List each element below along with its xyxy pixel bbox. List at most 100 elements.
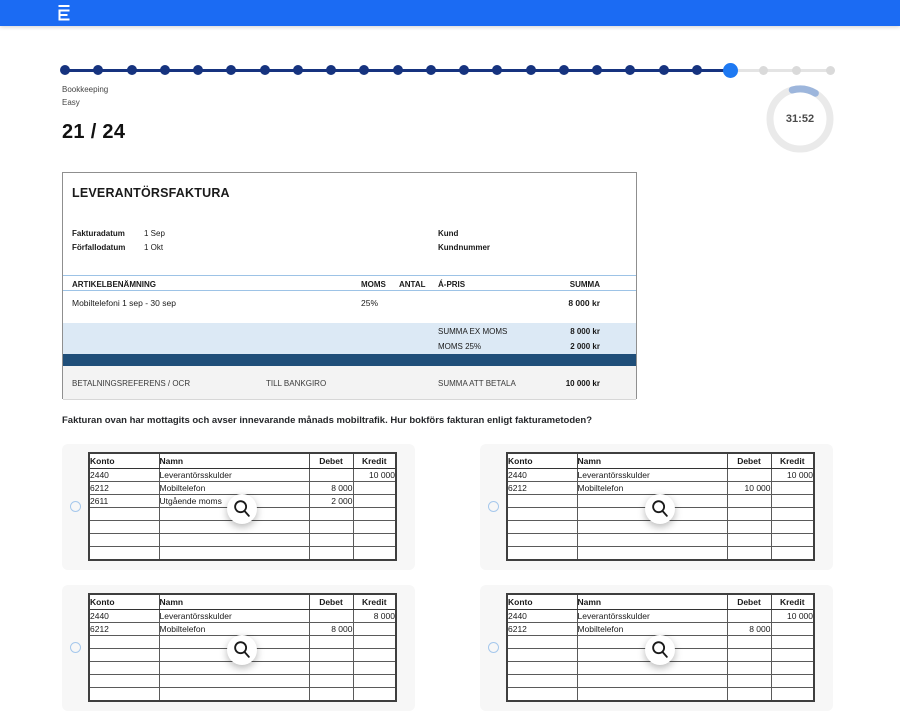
quiz-name: Bookkeeping (62, 83, 108, 96)
table-cell (353, 623, 396, 636)
table-cell (771, 662, 814, 675)
table-cell (577, 675, 727, 688)
table-cell: 6212 (507, 623, 577, 636)
col-moms-header: MOMS (361, 280, 386, 289)
progress-dot-22 (759, 66, 768, 75)
progress-dot-11 (393, 65, 403, 75)
table-cell (771, 688, 814, 702)
table-cell (159, 547, 309, 561)
progress-dot-10 (359, 65, 369, 75)
table-cell (353, 534, 396, 547)
timer-value: 31:52 (761, 113, 839, 125)
progress-dot-24 (826, 66, 835, 75)
table-cell (577, 688, 727, 702)
option-radio-3[interactable] (70, 642, 81, 653)
table-cell (727, 675, 771, 688)
option-card-2[interactable]: KontoNamnDebetKredit2440Leverantörsskuld… (480, 444, 833, 570)
table-cell (507, 675, 577, 688)
app-logo-icon[interactable] (57, 5, 71, 21)
table-cell: Leverantörsskulder (577, 469, 727, 482)
progress-dot-15 (526, 65, 536, 75)
column-header: Namn (159, 453, 309, 469)
progress-dot-12 (426, 65, 436, 75)
table-cell (727, 521, 771, 534)
table-cell (309, 610, 353, 623)
invoice-date-label: Fakturadatum (72, 229, 125, 238)
progress-dot-16 (559, 65, 569, 75)
table-cell (159, 688, 309, 702)
invoice-line-item: Mobiltelefoni 1 sep - 30 sep 25% 8 000 k… (63, 297, 636, 311)
invoice-meta-row: Fakturadatum 1 Sep Kund (63, 229, 636, 242)
option-card-3[interactable]: KontoNamnDebetKredit2440Leverantörsskuld… (62, 585, 415, 711)
table-cell (89, 534, 159, 547)
table-row: 2440Leverantörsskulder10 000 (507, 610, 814, 623)
table-cell: 2611 (89, 495, 159, 508)
table-row (89, 547, 396, 561)
summary-ex-moms-value: 8 000 kr (503, 327, 600, 336)
invoice-summary: SUMMA EX MOMS 8 000 kr MOMS 25% 2 000 kr (63, 323, 636, 354)
table-cell (353, 547, 396, 561)
table-cell (309, 469, 353, 482)
table-cell (727, 534, 771, 547)
table-cell (771, 649, 814, 662)
table-cell (507, 534, 577, 547)
invoice-table-header: ARTIKELBENÄMNING MOMS ANTAL Á-PRIS SUMMA (63, 275, 636, 291)
table-cell (89, 636, 159, 649)
column-header: Kredit (353, 594, 396, 610)
progress-dot-3 (127, 65, 137, 75)
table-cell: Mobiltelefon (577, 482, 727, 495)
magnifier-icon-3[interactable] (227, 635, 257, 665)
question-counter: 21 / 24 (62, 121, 125, 144)
table-cell (507, 662, 577, 675)
table-cell (353, 495, 396, 508)
quiz-meta: Bookkeeping Easy (62, 83, 108, 109)
column-header: Namn (577, 453, 727, 469)
table-row: 6212Mobiltelefon10 000 (507, 482, 814, 495)
progress-dot-20 (692, 65, 702, 75)
table-cell (309, 649, 353, 662)
column-header: Konto (89, 594, 159, 610)
magnifier-icon-1[interactable] (227, 494, 257, 524)
due-date-label: Förfallodatum (72, 243, 125, 252)
item-summa: 8 000 kr (503, 298, 600, 308)
progress-dot-23 (792, 66, 801, 75)
table-row: 2440Leverantörsskulder10 000 (507, 469, 814, 482)
table-cell (771, 636, 814, 649)
magnifier-icon-2[interactable] (645, 494, 675, 524)
progress-dot-21 (723, 63, 738, 78)
summary-moms-value: 2 000 kr (503, 342, 600, 351)
table-row (507, 547, 814, 561)
table-cell (159, 521, 309, 534)
total-value: 10 000 kr (503, 379, 600, 388)
table-cell (727, 508, 771, 521)
column-header: Kredit (353, 453, 396, 469)
table-cell (353, 662, 396, 675)
option-card-1[interactable]: KontoNamnDebetKredit2440Leverantörsskuld… (62, 444, 415, 570)
table-cell (353, 508, 396, 521)
table-cell: 2440 (89, 610, 159, 623)
table-cell (89, 508, 159, 521)
table-cell (353, 521, 396, 534)
invoice-meta-row: Förfallodatum 1 Okt Kundnummer (63, 243, 636, 256)
column-header: Konto (507, 594, 577, 610)
magnifier-icon-4[interactable] (645, 635, 675, 665)
progress-dot-6 (226, 65, 236, 75)
table-cell (309, 675, 353, 688)
table-cell (577, 547, 727, 561)
progress-dot-14 (492, 65, 502, 75)
option-card-4[interactable]: KontoNamnDebetKredit2440Leverantörsskuld… (480, 585, 833, 711)
option-radio-2[interactable] (488, 501, 499, 512)
table-cell (353, 688, 396, 702)
column-header: Namn (577, 594, 727, 610)
table-cell: 10 000 (771, 469, 814, 482)
column-header: Debet (727, 453, 771, 469)
customer-number-label: Kundnummer (438, 243, 490, 252)
table-row (89, 675, 396, 688)
option-radio-4[interactable] (488, 642, 499, 653)
table-cell (89, 688, 159, 702)
option-radio-1[interactable] (70, 501, 81, 512)
table-cell (89, 547, 159, 561)
table-cell (309, 688, 353, 702)
column-header: Debet (309, 594, 353, 610)
table-cell (89, 521, 159, 534)
